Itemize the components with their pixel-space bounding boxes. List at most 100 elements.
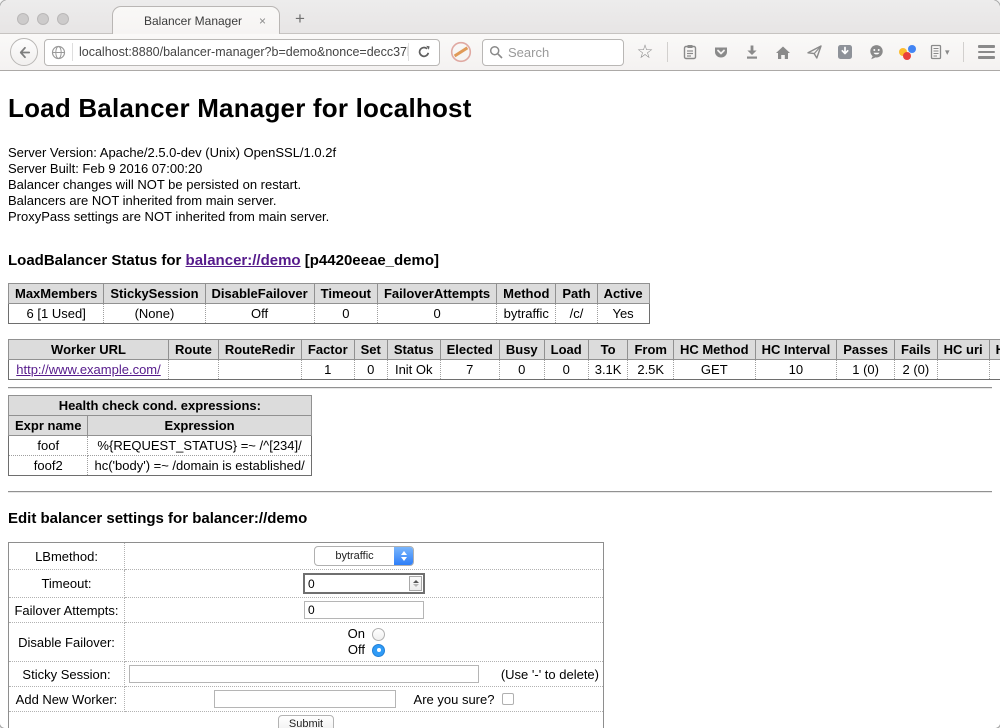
toolbar-separator <box>667 42 668 62</box>
cell-busy: 0 <box>499 360 544 380</box>
disable-failover-label: Disable Failover: <box>9 623 125 662</box>
pocket-icon <box>713 45 729 60</box>
number-spinner[interactable] <box>409 576 422 591</box>
bookmarks-menu-button[interactable] <box>681 40 699 64</box>
pocket-button[interactable] <box>712 40 730 64</box>
search-box[interactable] <box>482 39 624 66</box>
table-row: foof %{REQUEST_STATUS} =~ /^[234]/ <box>9 436 312 456</box>
status-heading-suffix: [p4420eeae_demo] <box>305 252 439 269</box>
cell-disablefailover: Off <box>205 304 314 324</box>
column-header: Active <box>597 284 649 304</box>
url-bar[interactable]: localhost:8880/balancer-manager?b=demo&n… <box>44 39 440 66</box>
lbmethod-selected-value: bytraffic <box>315 547 394 565</box>
status-heading-prefix: LoadBalancer Status for <box>8 252 181 269</box>
server-built-line: Server Built: Feb 9 2016 07:00:20 <box>8 161 992 177</box>
balancer-demo-link[interactable]: balancer://demo <box>186 252 301 269</box>
column-header: Set <box>354 340 387 360</box>
cell-route <box>169 360 219 380</box>
column-header: Fails <box>895 340 938 360</box>
section-divider <box>8 387 992 389</box>
back-button[interactable] <box>10 38 38 66</box>
lbmethod-select[interactable]: bytraffic <box>314 546 414 566</box>
section-divider <box>8 491 992 493</box>
column-header: HC Interval <box>755 340 837 360</box>
submit-button[interactable]: Submit <box>278 715 334 728</box>
feedback-smiley-button[interactable] <box>867 40 885 64</box>
cell-stickysession: (None) <box>104 304 205 324</box>
column-header: To <box>588 340 628 360</box>
minimize-window-button[interactable] <box>37 13 49 25</box>
cell-fails: 2 (0) <box>895 360 938 380</box>
save-to-box-button[interactable] <box>836 40 854 64</box>
form-row-add-worker: Add New Worker: Are you sure? <box>9 687 604 712</box>
site-identity-globe-icon[interactable] <box>45 45 72 60</box>
column-header: Factor <box>301 340 354 360</box>
tab-balancer-manager[interactable]: Balancer Manager × <box>112 6 280 34</box>
cell-active: Yes <box>597 304 649 324</box>
navigation-toolbar: localhost:8880/balancer-manager?b=demo&n… <box>0 34 1000 71</box>
page-title: Load Balancer Manager for localhost <box>8 71 992 124</box>
failover-attempts-label: Failover Attempts: <box>9 598 125 623</box>
server-version-line: Server Version: Apache/2.5.0-dev (Unix) … <box>8 145 992 161</box>
cell-hc-expr: foof2 <box>989 360 1000 380</box>
tab-bar: Balancer Manager × + <box>0 0 1000 34</box>
send-tab-button[interactable] <box>805 40 823 64</box>
workers-table: Worker URL Route RouteRedir Factor Set S… <box>8 339 1000 380</box>
table-row: 6 [1 Used] (None) Off 0 0 bytraffic /c/ … <box>9 304 650 324</box>
column-header: Worker URL <box>9 340 169 360</box>
menu-button[interactable] <box>978 40 996 64</box>
add-worker-input[interactable] <box>214 690 396 708</box>
close-window-button[interactable] <box>17 13 29 25</box>
cell-routeredir <box>218 360 301 380</box>
search-input[interactable] <box>508 45 608 60</box>
table-header-row: Health check cond. expressions: <box>9 396 312 416</box>
disable-failover-off-radio[interactable] <box>372 644 385 657</box>
download-arrow-icon <box>744 44 760 60</box>
window-controls <box>17 13 69 25</box>
zoom-window-button[interactable] <box>57 13 69 25</box>
tab-close-icon[interactable]: × <box>259 14 279 28</box>
content-blocked-button[interactable] <box>450 41 472 63</box>
select-arrows-icon <box>394 547 413 565</box>
tab-title: Balancer Manager <box>113 14 259 28</box>
browser-window: Balancer Manager × + localhost:8880/bala… <box>0 0 1000 728</box>
notes-button[interactable]: ▾ <box>929 40 950 64</box>
downloads-button[interactable] <box>743 40 761 64</box>
home-button[interactable] <box>774 40 792 64</box>
cell-timeout: 0 <box>314 304 377 324</box>
colors-extension-button[interactable] <box>898 40 916 64</box>
health-check-table: Health check cond. expressions: Expr nam… <box>8 395 312 476</box>
column-header: MaxMembers <box>9 284 104 304</box>
cell-hc-method: GET <box>673 360 755 380</box>
cell-expression: %{REQUEST_STATUS} =~ /^[234]/ <box>88 436 311 456</box>
reload-button[interactable] <box>409 45 439 59</box>
new-tab-button[interactable]: + <box>288 9 312 29</box>
failover-attempts-input[interactable] <box>304 601 424 619</box>
worker-url-link[interactable]: http://www.example.com/ <box>16 362 161 377</box>
box-download-icon <box>837 44 853 60</box>
cell-from: 2.5K <box>628 360 674 380</box>
page-content: Load Balancer Manager for localhost Serv… <box>0 71 1000 728</box>
timeout-label: Timeout: <box>9 570 125 598</box>
timeout-input[interactable] <box>305 577 409 591</box>
disable-failover-on-radio[interactable] <box>372 628 385 641</box>
url-text[interactable]: localhost:8880/balancer-manager?b=demo&n… <box>73 45 408 59</box>
status-heading: LoadBalancer Status for balancer://demo … <box>8 252 992 269</box>
clipboard-icon <box>682 44 698 60</box>
cell-elected: 7 <box>440 360 499 380</box>
cell-factor: 1 <box>301 360 354 380</box>
notice-line: ProxyPass settings are NOT inherited fro… <box>8 209 992 225</box>
table-header-row: Expr name Expression <box>9 416 312 436</box>
cell-to: 3.1K <box>588 360 628 380</box>
notice-line: Balancers are NOT inherited from main se… <box>8 193 992 209</box>
sticky-session-input[interactable] <box>129 665 479 683</box>
are-you-sure-checkbox[interactable] <box>502 693 514 705</box>
back-arrow-icon <box>17 45 32 60</box>
column-header: HC Expr <box>989 340 1000 360</box>
cell-passes: 1 (0) <box>837 360 895 380</box>
send-icon <box>806 44 823 60</box>
blocked-content-icon <box>450 41 472 63</box>
bookmark-star-button[interactable]: ☆ <box>636 40 654 64</box>
column-header: FailoverAttempts <box>377 284 496 304</box>
column-header: StickySession <box>104 284 205 304</box>
